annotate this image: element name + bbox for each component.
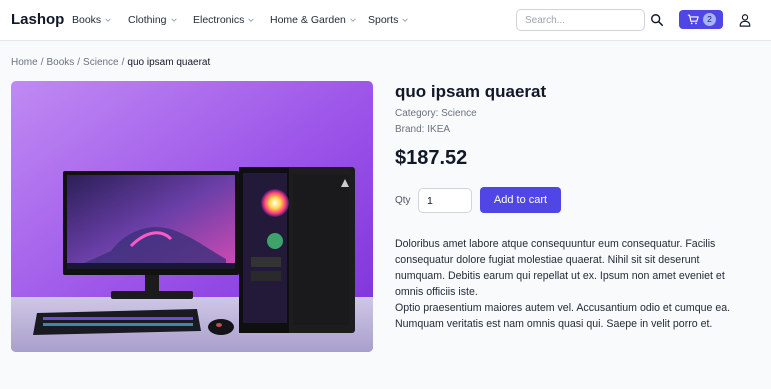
- nav-item-home-garden[interactable]: Home & Garden: [270, 14, 357, 26]
- desktop-pc-photo: [11, 81, 373, 352]
- product-category: Category: Science: [395, 108, 477, 119]
- breadcrumb: Home / Books / Science / quo ipsam quaerat: [11, 57, 210, 68]
- chevron-down-icon: [350, 18, 356, 23]
- cart-icon: [687, 14, 699, 25]
- chevron-down-icon: [170, 18, 177, 23]
- nav-item-label: Clothing: [128, 14, 167, 26]
- nav-item-label: Home & Garden: [270, 14, 346, 26]
- breadcrumb-science[interactable]: Science: [83, 57, 119, 68]
- quantity-input[interactable]: [418, 188, 472, 213]
- search-input[interactable]: [516, 9, 645, 31]
- nav-item-electronics[interactable]: Electronics: [193, 14, 255, 26]
- nav-item-books[interactable]: Books: [72, 14, 112, 26]
- user-icon[interactable]: [738, 13, 752, 27]
- add-to-cart-button[interactable]: Add to cart: [480, 187, 561, 213]
- nav-item-label: Electronics: [193, 14, 245, 26]
- chevron-down-icon: [402, 18, 409, 23]
- logo[interactable]: Lashop: [11, 11, 64, 28]
- breadcrumb-separator: /: [40, 57, 44, 68]
- chevron-down-icon: [248, 18, 255, 23]
- breadcrumb-separator: /: [121, 57, 125, 68]
- breadcrumb-current: quo ipsam quaerat: [127, 57, 211, 68]
- product-brand: Brand: IKEA: [395, 124, 451, 135]
- product-description: Doloribus amet labore atque consequuntur…: [395, 236, 745, 332]
- description-paragraph: Optio praesentium maiores autem vel. Acc…: [395, 302, 731, 330]
- navbar: Lashop Books Clothing Electronics Home &…: [0, 0, 771, 41]
- nav-item-label: Sports: [368, 14, 399, 26]
- nav-item-clothing[interactable]: Clothing: [128, 14, 178, 26]
- chevron-down-icon: [105, 18, 111, 23]
- cart-button[interactable]: 2: [679, 10, 723, 29]
- search-icon[interactable]: [650, 13, 664, 27]
- product-image: [11, 81, 373, 352]
- nav-item-label: Books: [72, 14, 102, 26]
- nav-item-sports[interactable]: Sports: [368, 14, 409, 26]
- breadcrumb-books[interactable]: Books: [46, 57, 74, 68]
- description-paragraph: Doloribus amet labore atque consequuntur…: [395, 238, 725, 298]
- qty-label: Qty: [395, 195, 411, 206]
- breadcrumb-separator: /: [77, 57, 81, 68]
- cart-count-badge: 2: [703, 13, 716, 26]
- breadcrumb-home[interactable]: Home: [11, 57, 38, 68]
- product-price: $187.52: [395, 147, 468, 169]
- product-title: quo ipsam quaerat: [395, 82, 547, 101]
